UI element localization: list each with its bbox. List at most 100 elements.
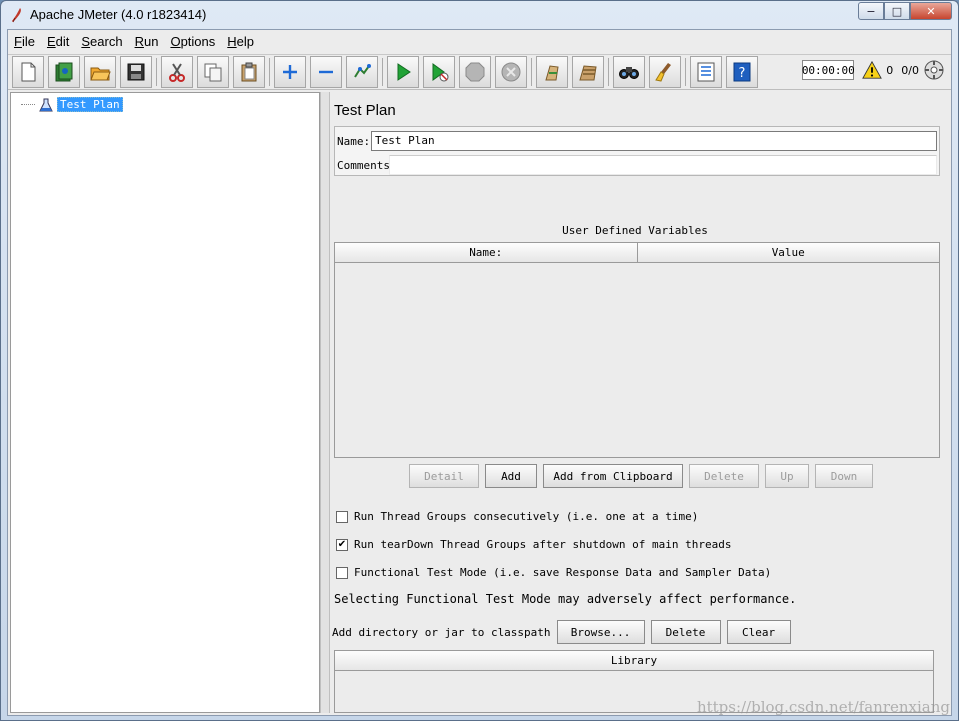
reset-search-icon — [655, 63, 671, 82]
menu-help[interactable]: Help — [227, 34, 254, 49]
toggle-icon — [354, 64, 371, 78]
start-button[interactable] — [387, 56, 419, 88]
app-window: Apache JMeter (4.0 r1823414) − □ ✕ File … — [0, 0, 959, 721]
column-header-value[interactable]: Value — [638, 243, 940, 262]
menu-run[interactable]: Run — [135, 34, 159, 49]
templates-icon — [55, 62, 73, 82]
help-icon: ? — [733, 62, 751, 82]
window-controls: − □ ✕ — [858, 2, 952, 20]
clear-all-button[interactable] — [572, 56, 604, 88]
column-header-library[interactable]: Library — [335, 651, 933, 670]
open-icon — [90, 67, 111, 81]
reset-search-button[interactable] — [649, 56, 681, 88]
shutdown-icon — [501, 62, 521, 82]
menu-edit[interactable]: Edit — [47, 34, 69, 49]
search-button[interactable] — [613, 56, 645, 88]
minimize-button[interactable]: − — [858, 2, 884, 20]
toolbar-separator — [608, 58, 609, 86]
toolbar-status: 00:00:00 0 0/0 — [802, 59, 945, 81]
svg-text:?: ? — [739, 66, 746, 81]
functional-mode-option[interactable]: Functional Test Mode (i.e. save Response… — [336, 566, 771, 579]
table-header: Name: Value — [335, 243, 939, 263]
warning-icon[interactable] — [862, 60, 883, 80]
add-from-clipboard-button[interactable]: Add from Clipboard — [543, 464, 683, 488]
functional-mode-label: Functional Test Mode (i.e. save Response… — [354, 566, 772, 579]
variables-button-row: Detail Add Add from Clipboard Delete Up … — [409, 464, 879, 488]
toggle-button[interactable] — [346, 56, 378, 88]
help-button[interactable]: ? — [726, 56, 758, 88]
delete-variable-button[interactable]: Delete — [689, 464, 759, 488]
detail-button[interactable]: Detail — [409, 464, 479, 488]
templates-button[interactable] — [48, 56, 80, 88]
teardown-on-shutdown-label: Run tearDown Thread Groups after shutdow… — [354, 538, 732, 551]
error-count: 0 — [886, 63, 894, 77]
menu-file[interactable]: File — [14, 34, 35, 49]
function-helper-icon — [697, 62, 715, 82]
up-button[interactable]: Up — [765, 464, 809, 488]
paste-icon — [241, 62, 257, 82]
toolbar-separator — [685, 58, 686, 86]
down-button[interactable]: Down — [815, 464, 873, 488]
close-button[interactable]: ✕ — [910, 2, 952, 20]
name-row: Name: Test Plan — [335, 130, 939, 152]
save-icon — [127, 63, 145, 81]
comments-label: Comments: — [337, 158, 397, 172]
serialize-threadgroups-checkbox[interactable] — [336, 510, 348, 523]
table-header: Library — [335, 651, 933, 671]
shutdown-button[interactable] — [495, 56, 527, 88]
comments-field[interactable] — [389, 155, 937, 175]
classpath-label: Add directory or jar to classpath — [332, 625, 551, 639]
copy-icon — [204, 63, 222, 82]
cut-button[interactable] — [161, 56, 193, 88]
delete-classpath-button[interactable]: Delete — [650, 620, 721, 644]
test-plan-flask-icon — [39, 98, 53, 111]
teardown-on-shutdown-option[interactable]: ✔ Run tearDown Thread Groups after shutd… — [336, 538, 732, 551]
clear-all-icon — [579, 65, 597, 81]
test-plan-editor: Test Plan Name: Test Plan Comments: User… — [330, 92, 950, 713]
name-field[interactable]: Test Plan — [371, 131, 937, 151]
clear-classpath-button[interactable]: Clear — [726, 620, 791, 644]
serialize-threadgroups-label: Run Thread Groups consecutively (i.e. on… — [354, 510, 699, 523]
user-defined-variables-table[interactable]: Name: Value — [334, 242, 940, 458]
start-icon — [397, 63, 411, 81]
column-header-name[interactable]: Name: — [335, 243, 638, 262]
function-helper-button[interactable] — [690, 56, 722, 88]
menu-options[interactable]: Options — [170, 34, 215, 49]
tree-connector — [21, 104, 35, 105]
name-label: Name: — [337, 134, 371, 148]
user-defined-variables-title: User Defined Variables — [562, 224, 708, 237]
menu-search[interactable]: Search — [81, 34, 122, 49]
tree-item-label: Test Plan — [57, 97, 123, 112]
open-button[interactable] — [84, 56, 116, 88]
clear-button[interactable] — [536, 56, 568, 88]
add-button[interactable]: Add — [485, 464, 537, 488]
tree-item-test-plan[interactable]: Test Plan — [21, 97, 123, 112]
pane-splitter[interactable] — [320, 92, 330, 713]
functional-mode-checkbox[interactable] — [336, 566, 348, 579]
stop-button[interactable] — [459, 56, 491, 88]
teardown-on-shutdown-checkbox[interactable]: ✔ — [336, 538, 348, 551]
search-icon — [619, 67, 639, 79]
save-button[interactable] — [120, 56, 152, 88]
browse-button[interactable]: Browse... — [556, 620, 645, 644]
test-plan-tree[interactable]: Test Plan — [10, 92, 320, 713]
new-button[interactable] — [12, 56, 44, 88]
toolbar-separator — [531, 58, 532, 86]
start-no-pauses-button[interactable] — [423, 56, 455, 88]
functional-mode-warning: Selecting Functional Test Mode may adver… — [334, 592, 797, 606]
remote-engines-icon[interactable] — [923, 59, 945, 81]
client-area: File Edit Search Run Options Help ? 00:0… — [7, 29, 952, 716]
expand-all-button[interactable] — [274, 56, 306, 88]
title-bar[interactable]: Apache JMeter (4.0 r1823414) − □ ✕ — [1, 1, 958, 29]
start-no-pauses-icon — [432, 63, 449, 82]
copy-button[interactable] — [197, 56, 229, 88]
page-title: Test Plan — [334, 102, 396, 119]
collapse-all-button[interactable] — [310, 56, 342, 88]
jmeter-feather-icon — [10, 7, 24, 23]
paste-button[interactable] — [233, 56, 265, 88]
menu-bar: File Edit Search Run Options Help — [8, 30, 951, 52]
watermark: https://blog.csdn.net/fanrenxiang — [696, 698, 950, 716]
serialize-threadgroups-option[interactable]: Run Thread Groups consecutively (i.e. on… — [336, 510, 698, 523]
maximize-button[interactable]: □ — [884, 2, 910, 20]
toolbar-separator — [156, 58, 157, 86]
